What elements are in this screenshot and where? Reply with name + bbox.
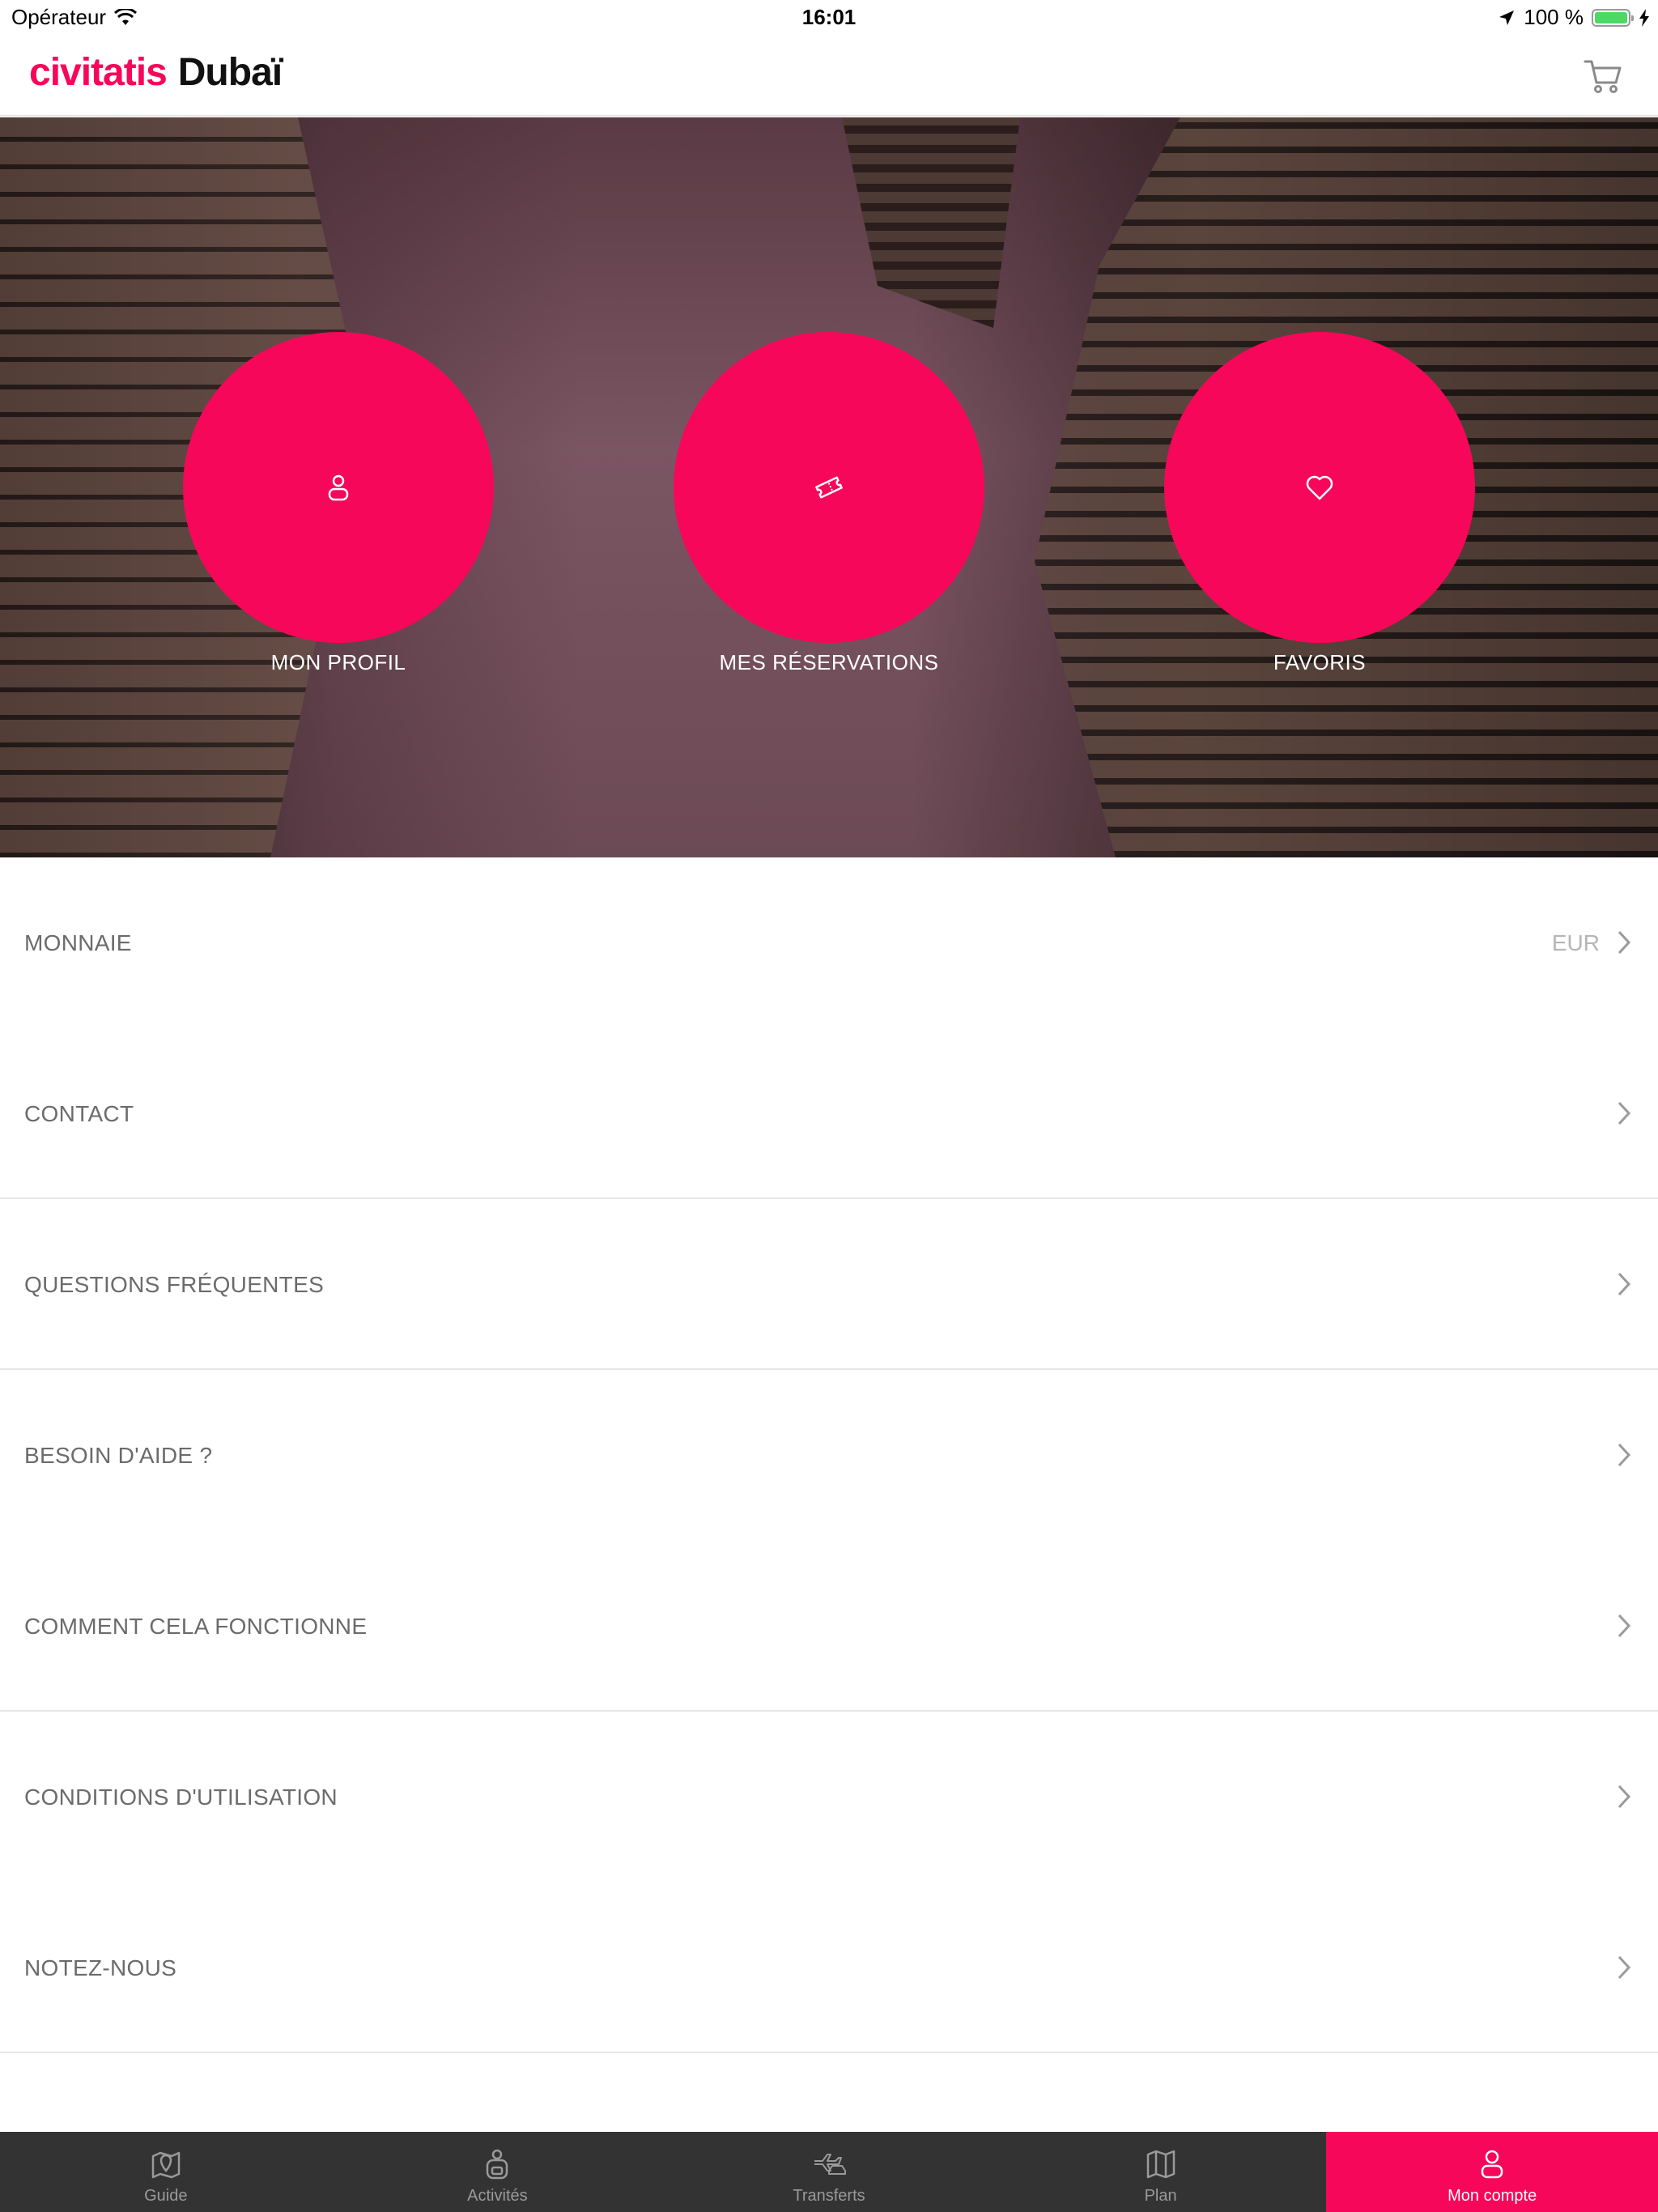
hero-banner: MON PROFIL MES RÉSERVATIONS FAVORIS	[0, 117, 1658, 857]
list-item-label: CONTACT	[24, 1101, 134, 1126]
list-item-label: NOTEZ-NOUS	[24, 1955, 177, 1980]
location-arrow-icon	[1499, 10, 1515, 25]
folded-map-icon	[1146, 2150, 1175, 2179]
chevron-right-icon	[1618, 1272, 1631, 1296]
list-item-faq[interactable]: QUESTIONS FRÉQUENTES	[0, 1199, 1658, 1370]
chevron-right-icon	[1618, 1784, 1631, 1809]
charging-bolt-icon	[1639, 8, 1649, 27]
status-time: 16:01	[801, 5, 857, 29]
brand-name: civitatis	[29, 51, 168, 94]
list-item-contact[interactable]: CONTACT	[0, 1028, 1658, 1199]
tab-my-account[interactable]: Mon compte	[1326, 2132, 1658, 2212]
list-item-terms[interactable]: CONDITIONS D'UTILISATION	[0, 1712, 1658, 1882]
status-bar: Opérateur 16:01 100 %	[0, 0, 1658, 36]
battery-fill	[1595, 11, 1627, 23]
chevron-right-icon	[1618, 1614, 1631, 1638]
list-item-label: QUESTIONS FRÉQUENTES	[24, 1272, 325, 1297]
list-item-label: MONNAIE	[24, 930, 132, 955]
chevron-right-icon	[1618, 930, 1631, 955]
city-name: Dubaï	[177, 51, 283, 94]
tab-label: Mon compte	[1448, 2187, 1537, 2205]
backpack-icon	[487, 2149, 508, 2180]
favorites-label[interactable]: FAVORIS	[1117, 650, 1522, 675]
plane-car-icon	[814, 2154, 846, 2175]
currency-value: EUR	[1551, 930, 1600, 955]
list-item-help[interactable]: BESOIN D'AIDE ?	[0, 1370, 1658, 1541]
tab-label: Plan	[1144, 2187, 1177, 2205]
tab-plan[interactable]: Plan	[995, 2132, 1327, 2212]
tab-label: Activités	[467, 2187, 528, 2205]
reservations-label[interactable]: MES RÉSERVATIONS	[627, 650, 1031, 675]
tab-guide[interactable]: Guide	[0, 2132, 332, 2212]
tab-label: Transferts	[793, 2187, 865, 2205]
map-marker-icon	[151, 2151, 181, 2179]
chevron-right-icon	[1618, 1101, 1631, 1125]
profile-label[interactable]: MON PROFIL	[136, 650, 541, 675]
app-logo[interactable]: civitatis Dubaï	[29, 50, 283, 95]
app-header: civitatis Dubaï	[0, 36, 1658, 117]
tab-transfers[interactable]: Transferts	[663, 2132, 995, 2212]
profile-button[interactable]	[183, 332, 494, 643]
battery-percent: 100 %	[1524, 5, 1584, 29]
list-item-rate-us[interactable]: NOTEZ-NOUS	[0, 1882, 1658, 2053]
list-item-label: COMMENT CELA FONCTIONNE	[24, 1614, 368, 1639]
list-item-label: BESOIN D'AIDE ?	[24, 1443, 213, 1468]
chevron-right-icon	[1618, 1443, 1631, 1467]
list-item-label: CONDITIONS D'UTILISATION	[24, 1784, 338, 1810]
heart-icon	[1306, 475, 1333, 500]
settings-list: MONNAIE EUR CONTACT QUESTIONS FRÉQUENTES…	[0, 857, 1658, 2053]
list-item-how-it-works[interactable]: COMMENT CELA FONCTIONNE	[0, 1541, 1658, 1712]
status-right: 100 %	[1498, 5, 1650, 30]
user-icon	[328, 474, 349, 501]
cart-icon[interactable]	[1580, 53, 1626, 99]
ticket-icon	[815, 476, 843, 499]
favorites-button[interactable]	[1164, 332, 1475, 643]
hero-building-center	[842, 117, 1020, 328]
tab-activities[interactable]: Activités	[332, 2132, 664, 2212]
tab-bar: Guide Activités Transferts Plan Mon comp…	[0, 2132, 1658, 2212]
battery-icon	[1592, 8, 1634, 27]
tab-label: Guide	[144, 2187, 188, 2205]
list-item-currency[interactable]: MONNAIE EUR	[0, 857, 1658, 1028]
user-icon	[1481, 2150, 1503, 2179]
chevron-right-icon	[1618, 1955, 1631, 1980]
reservations-button[interactable]	[674, 332, 984, 643]
